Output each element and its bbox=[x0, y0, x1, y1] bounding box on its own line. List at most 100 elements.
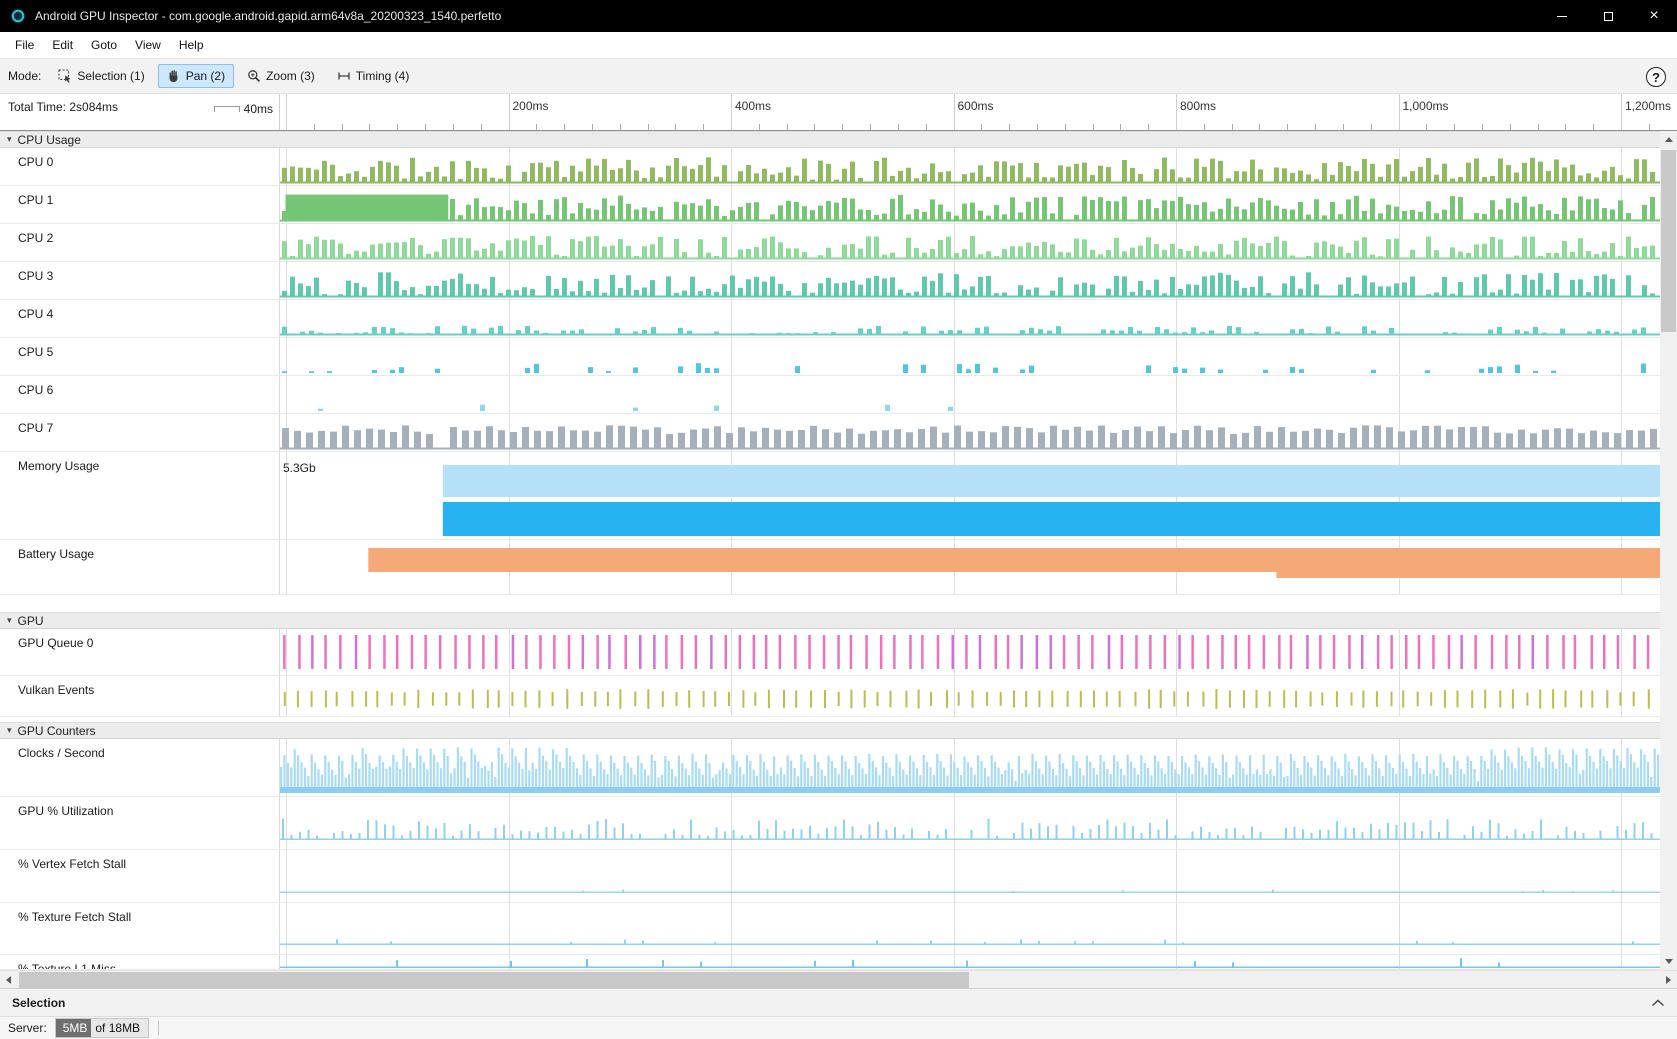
ruler-major-tick bbox=[1176, 94, 1177, 130]
ruler-minor-tick bbox=[1371, 124, 1372, 130]
track-chart[interactable] bbox=[280, 376, 1660, 413]
track-chart[interactable] bbox=[280, 300, 1660, 337]
ruler-minor-tick bbox=[481, 124, 482, 130]
ruler-minor-tick bbox=[1343, 124, 1344, 130]
track-label: CPU 0 bbox=[0, 148, 280, 185]
track-group-header[interactable]: ▾CPU Usage bbox=[0, 131, 1660, 148]
track-chart[interactable] bbox=[280, 262, 1660, 299]
ruler-minor-tick bbox=[648, 124, 649, 130]
track-label: Memory Usage bbox=[0, 452, 280, 539]
timing-mode-button[interactable]: Timing (4) bbox=[328, 64, 419, 88]
track-label: CPU 4 bbox=[0, 300, 280, 337]
track-group-header[interactable]: ▾GPU Counters bbox=[0, 722, 1660, 739]
ruler-major-tick bbox=[954, 94, 955, 130]
track-chart[interactable] bbox=[280, 338, 1660, 375]
track-label: CPU 7 bbox=[0, 414, 280, 451]
track-chart[interactable] bbox=[280, 739, 1660, 796]
selection-panel-header[interactable]: Selection bbox=[0, 988, 1677, 1016]
track-chart[interactable] bbox=[280, 676, 1660, 716]
scale-label: 40ms bbox=[244, 102, 273, 116]
ruler-left-panel: Total Time: 2s084ms 40ms bbox=[0, 94, 280, 130]
track-chart[interactable]: 5.3Gb bbox=[280, 452, 1660, 539]
collapse-arrow-icon: ▾ bbox=[7, 134, 12, 145]
ruler-minor-tick bbox=[1287, 124, 1288, 130]
ruler-minor-tick bbox=[314, 124, 315, 130]
scale-indicator-icon bbox=[214, 106, 240, 112]
scroll-down-icon[interactable] bbox=[1660, 953, 1677, 970]
track-label: Vulkan Events bbox=[0, 676, 280, 716]
timing-mode-label: Timing (4) bbox=[356, 69, 410, 83]
vertical-scroll-thumb[interactable] bbox=[1661, 150, 1676, 332]
ruler-minor-tick bbox=[342, 124, 343, 130]
track-row: % Vertex Fetch Stall bbox=[0, 850, 1660, 903]
server-label: Server: bbox=[8, 1021, 47, 1035]
ruler-minor-tick bbox=[1593, 124, 1594, 130]
ruler-minor-tick bbox=[1565, 124, 1566, 130]
menu-view[interactable]: View bbox=[126, 34, 170, 56]
ruler-minor-tick bbox=[842, 124, 843, 130]
collapse-arrow-icon: ▾ bbox=[7, 615, 12, 626]
pan-mode-button[interactable]: Pan (2) bbox=[158, 64, 234, 88]
selection-mode-button[interactable]: Selection (1) bbox=[49, 64, 153, 88]
track-chart[interactable] bbox=[280, 148, 1660, 185]
selection-mode-label: Selection (1) bbox=[77, 69, 144, 83]
track-chart[interactable] bbox=[280, 186, 1660, 223]
pan-mode-label: Pan (2) bbox=[186, 69, 225, 83]
menu-edit[interactable]: Edit bbox=[43, 34, 82, 56]
track-chart[interactable] bbox=[280, 850, 1660, 902]
status-separator bbox=[158, 1021, 159, 1035]
track-chart[interactable] bbox=[280, 903, 1660, 954]
ruler-tick-label: 600ms bbox=[958, 99, 994, 113]
track-label: Battery Usage bbox=[0, 540, 280, 594]
menu-goto[interactable]: Goto bbox=[82, 34, 126, 56]
minimize-button[interactable] bbox=[1539, 0, 1585, 32]
track-row: Clocks / Second bbox=[0, 739, 1660, 797]
pan-icon bbox=[167, 69, 181, 83]
track-chart[interactable] bbox=[280, 414, 1660, 451]
track-chart[interactable] bbox=[280, 540, 1660, 594]
horizontal-scroll-thumb[interactable] bbox=[19, 972, 969, 988]
ruler-minor-tick bbox=[592, 124, 593, 130]
ruler-minor-tick bbox=[453, 124, 454, 130]
selection-icon bbox=[58, 69, 72, 83]
collapse-panel-icon[interactable] bbox=[1651, 996, 1665, 1010]
zoom-mode-button[interactable]: Zoom (3) bbox=[238, 64, 324, 88]
scroll-up-icon[interactable] bbox=[1660, 131, 1677, 148]
scroll-left-icon[interactable] bbox=[0, 971, 17, 988]
timeline-content: ▾CPU UsageCPU 0CPU 1CPU 2CPU 3CPU 4CPU 5… bbox=[0, 131, 1677, 970]
horizontal-scrollbar[interactable] bbox=[0, 970, 1677, 988]
status-bar: Server: 5MBof 18MB bbox=[0, 1016, 1677, 1039]
zoom-mode-label: Zoom (3) bbox=[266, 69, 315, 83]
ruler-ticks[interactable]: 200ms400ms600ms800ms1,000ms1,200ms bbox=[280, 94, 1677, 130]
track-chart[interactable] bbox=[280, 797, 1660, 849]
track-group-header[interactable]: ▾GPU bbox=[0, 612, 1660, 629]
ruler-tick-label: 200ms bbox=[513, 99, 549, 113]
track-label: % Vertex Fetch Stall bbox=[0, 850, 280, 902]
ruler-minor-tick bbox=[369, 124, 370, 130]
track-chart[interactable] bbox=[280, 955, 1660, 969]
server-memory-used: 5MB bbox=[56, 1019, 92, 1037]
ruler-minor-tick bbox=[1315, 124, 1316, 130]
track-row: Battery Usage bbox=[0, 540, 1660, 595]
menu-file[interactable]: File bbox=[6, 34, 43, 56]
help-button[interactable]: ? bbox=[1646, 67, 1666, 87]
vertical-scrollbar[interactable] bbox=[1660, 131, 1677, 970]
track-row: CPU 1 bbox=[0, 186, 1660, 224]
track-row: % Texture L1 Miss bbox=[0, 955, 1660, 970]
scroll-right-icon[interactable] bbox=[1660, 971, 1677, 988]
ruler-minor-tick bbox=[1093, 124, 1094, 130]
close-button[interactable]: × bbox=[1631, 0, 1677, 32]
track-chart[interactable] bbox=[280, 224, 1660, 261]
menu-help[interactable]: Help bbox=[170, 34, 213, 56]
ruler-minor-tick bbox=[425, 124, 426, 130]
maximize-button[interactable] bbox=[1585, 0, 1631, 32]
track-label: Clocks / Second bbox=[0, 739, 280, 796]
track-label: GPU % Utilization bbox=[0, 797, 280, 849]
menu-bar: File Edit Goto View Help bbox=[0, 32, 1677, 58]
track-chart[interactable] bbox=[280, 629, 1660, 675]
track-row: CPU 4 bbox=[0, 300, 1660, 338]
app-icon bbox=[9, 7, 27, 25]
ruler-minor-tick bbox=[1426, 124, 1427, 130]
group-label: GPU Counters bbox=[18, 724, 96, 738]
ruler-major-tick bbox=[509, 94, 510, 130]
